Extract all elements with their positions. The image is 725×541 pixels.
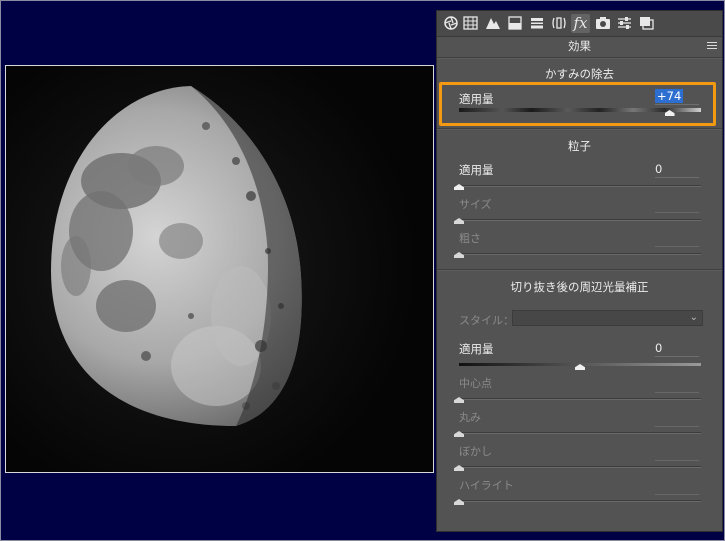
- grain-roughness-label: 粗さ: [459, 232, 481, 245]
- vignette-feather-slider[interactable]: [459, 466, 701, 468]
- vignette-highlights-slider[interactable]: [459, 500, 701, 502]
- vignette-highlights-label: ハイライト: [459, 479, 514, 492]
- moon-photo: [5, 65, 434, 473]
- grain-size-value[interactable]: [655, 203, 699, 213]
- aperture-icon[interactable]: [441, 14, 460, 33]
- divider: [437, 128, 722, 130]
- sliders-icon[interactable]: [615, 14, 634, 33]
- presets-icon[interactable]: [637, 14, 656, 33]
- lens-icon[interactable]: [549, 14, 568, 33]
- vignette-feather-label: ぼかし: [459, 445, 492, 458]
- vignette-section-title: 切り抜き後の周辺光量補正: [510, 280, 649, 294]
- vignette-midpoint-slider[interactable]: [459, 398, 701, 400]
- fx-icon[interactable]: fx: [571, 14, 590, 33]
- vignette-amount-value[interactable]: 0: [655, 341, 699, 357]
- grain-amount-label: 適用量: [459, 163, 494, 177]
- divider: [437, 57, 722, 59]
- grain-amount-value[interactable]: 0: [655, 162, 699, 178]
- grain-section-title: 粒子: [568, 139, 591, 153]
- panel-toolbar: fx: [437, 11, 722, 37]
- vignette-amount-label: 適用量: [459, 342, 494, 356]
- vignette-midpoint-value[interactable]: [655, 383, 699, 393]
- vignette-roundness-label: 丸み: [459, 411, 481, 424]
- split-toning-icon[interactable]: [505, 14, 524, 33]
- grain-size-label: サイズ: [459, 198, 492, 211]
- vignette-highlights-value[interactable]: [655, 485, 699, 495]
- dehaze-highlight-box: [439, 82, 716, 126]
- chevron-down-icon: ⌄: [689, 312, 698, 323]
- vignette-roundness-slider[interactable]: [459, 432, 701, 434]
- vignette-feather-value[interactable]: [655, 451, 699, 461]
- vignette-style-dropdown[interactable]: ⌄: [512, 310, 703, 326]
- dehaze-section-title: かすみの除去: [545, 67, 614, 81]
- hsl-bars-icon[interactable]: [527, 14, 546, 33]
- grain-size-slider[interactable]: [459, 219, 701, 221]
- vignette-style-label: スタイル：: [459, 314, 514, 327]
- mountain-icon[interactable]: [483, 14, 502, 33]
- vignette-midpoint-label: 中心点: [459, 377, 492, 390]
- camera-icon[interactable]: [593, 14, 612, 33]
- grain-roughness-value[interactable]: [655, 237, 699, 247]
- vignette-roundness-value[interactable]: [655, 417, 699, 427]
- histogram-grid-icon[interactable]: [461, 14, 480, 33]
- grain-amount-slider[interactable]: [459, 185, 701, 187]
- panel-title: 効果: [568, 39, 591, 53]
- panel-menu-icon[interactable]: [707, 42, 717, 50]
- grain-roughness-slider[interactable]: [459, 253, 701, 255]
- divider: [437, 269, 722, 271]
